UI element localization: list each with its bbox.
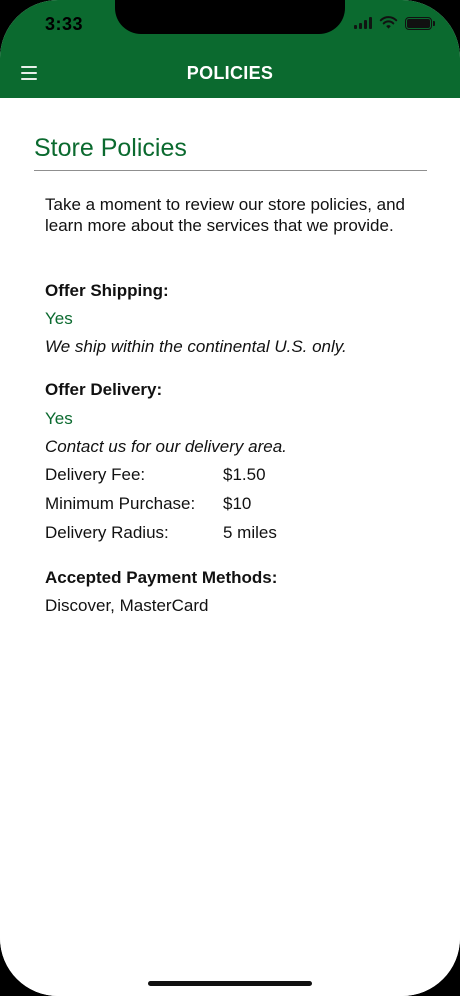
payment-methods-heading: Accepted Payment Methods: [45, 568, 278, 587]
status-icons [354, 16, 435, 30]
delivery-radius-label: Delivery Radius: [45, 523, 169, 542]
screen-title: POLICIES [186, 63, 274, 83]
delivery-fee-row: Delivery Fee: $1.50 [45, 465, 345, 487]
minimum-purchase-row: Minimum Purchase: $10 [45, 494, 345, 516]
minimum-purchase-value: $10 [223, 494, 252, 513]
device-notch [115, 0, 345, 34]
delivery-note: Contact us for our delivery area. [45, 437, 287, 456]
top-app-bar: 3:33 POLICIES [0, 0, 460, 98]
delivery-fee-value: $1.50 [223, 465, 266, 484]
delivery-radius-row: Delivery Radius: 5 miles [45, 523, 345, 545]
delivery-fee-label: Delivery Fee: [45, 465, 146, 484]
wifi-icon [379, 16, 398, 29]
store-policies-content: Store Policies Take a moment to review o… [0, 98, 460, 996]
home-indicator[interactable] [148, 981, 312, 986]
delivery-radius-value: 5 miles [223, 523, 277, 542]
payment-methods-value: Discover, MasterCard [45, 596, 209, 615]
minimum-purchase-label: Minimum Purchase: [45, 494, 196, 513]
signal-icon [354, 17, 372, 29]
shipping-note: We ship within the continental U.S. only… [45, 337, 347, 356]
shipping-status: Yes [45, 309, 73, 328]
title-divider [34, 170, 427, 171]
status-time: 3:33 [45, 14, 84, 34]
policies-intro: Take a moment to review our store polici… [45, 195, 406, 235]
delivery-status: Yes [45, 409, 73, 428]
mobile-screen: 3:33 POLICIES Store Policies Take a mome… [0, 0, 460, 996]
battery-icon [405, 16, 435, 30]
delivery-heading: Offer Delivery: [45, 380, 163, 399]
page-title: Store Policies [34, 134, 187, 162]
shipping-heading: Offer Shipping: [45, 281, 169, 300]
